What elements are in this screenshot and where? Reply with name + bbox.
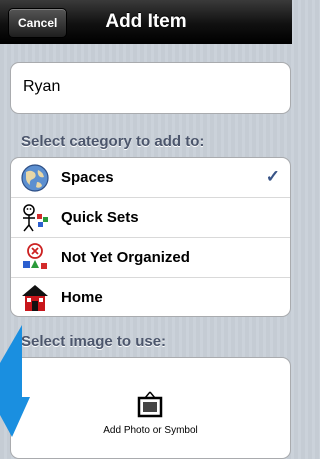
category-item-label: Spaces bbox=[61, 169, 114, 186]
category-list: Spaces ✓ Quick Sets Not Yet Organized Ho… bbox=[10, 157, 291, 317]
category-item-quick-sets[interactable]: Quick Sets bbox=[11, 198, 290, 238]
category-item-spaces[interactable]: Spaces ✓ bbox=[11, 158, 290, 198]
quick-sets-icon bbox=[23, 204, 48, 232]
house-icon bbox=[22, 285, 48, 311]
name-field[interactable]: Ryan bbox=[10, 62, 291, 114]
category-item-not-yet-organized[interactable]: Not Yet Organized bbox=[11, 238, 290, 278]
globe-icon bbox=[21, 164, 49, 192]
picture-frame-icon bbox=[137, 391, 163, 418]
shapes-icon bbox=[23, 243, 47, 269]
category-item-label: Home bbox=[61, 289, 103, 306]
category-item-label: Not Yet Organized bbox=[61, 249, 190, 266]
cancel-button[interactable]: Cancel bbox=[8, 8, 68, 38]
name-field-value: Ryan bbox=[23, 78, 61, 95]
category-item-label: Quick Sets bbox=[61, 209, 139, 226]
pointer-arrow-icon bbox=[0, 325, 30, 437]
category-section-header: Select category to add to: bbox=[21, 133, 205, 150]
checkmark-icon: ✓ bbox=[265, 167, 280, 186]
navigation-bar: Add Item Cancel bbox=[0, 0, 292, 44]
category-item-home[interactable]: Home bbox=[11, 278, 290, 316]
